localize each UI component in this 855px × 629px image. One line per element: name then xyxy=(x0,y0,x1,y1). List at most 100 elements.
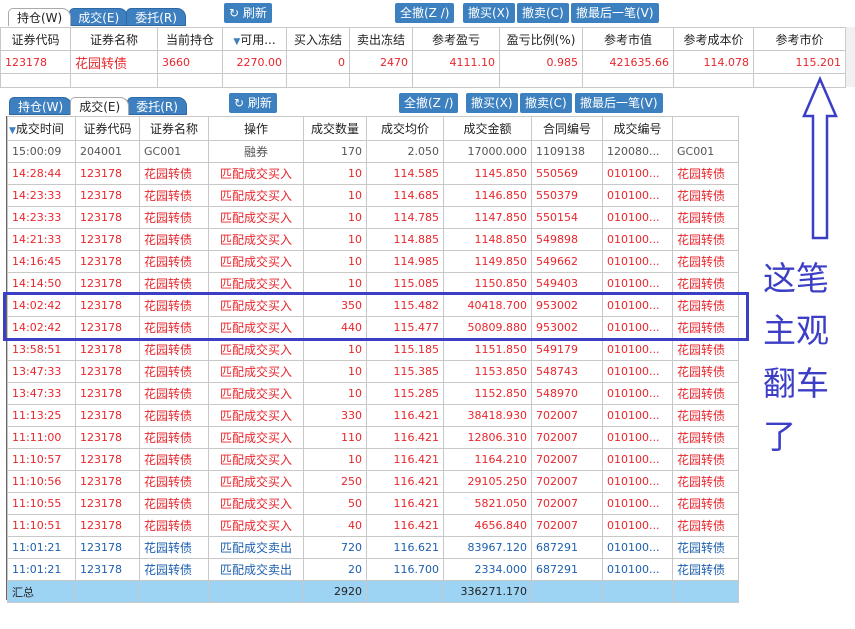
column-header-label: 可用... xyxy=(240,32,276,47)
column-header[interactable]: 盈亏比例(%) xyxy=(499,27,583,51)
table-row[interactable]: 123178 花园转债 3660 2270.00 0 2470 4111.10 0.985 42… xyxy=(0,50,846,74)
cancel-last-button[interactable]: 撤最后一笔(V) xyxy=(571,3,659,23)
column-header[interactable]: 当前持仓 xyxy=(157,27,223,51)
column-header[interactable]: 参考成本价 xyxy=(673,27,754,51)
table-cell: 110 xyxy=(303,426,367,449)
tab-trades[interactable]: 成交(E) xyxy=(69,8,129,26)
vertical-scrollbar[interactable] xyxy=(845,27,855,87)
refresh-label: 刷新 xyxy=(242,6,267,20)
column-header[interactable]: 成交编号 xyxy=(602,116,673,141)
table-row[interactable]: 14:28:44 123178 花园转债 匹配成交买入 10 114.585 1145.85… xyxy=(7,162,739,185)
column-header[interactable]: 成交数量 xyxy=(303,116,367,141)
table-row[interactable]: 13:47:33 123178 花园转债 匹配成交买入 10 115.385 1153.85… xyxy=(7,360,739,383)
column-header[interactable]: 证券代码 xyxy=(0,27,71,51)
positions-table: 证券代码 证券名称 当前持仓 ▼可用... 买入冻结 卖出冻结 参考盈亏 盈亏比例(%) 参考市… xyxy=(0,27,846,88)
column-header[interactable] xyxy=(672,116,739,141)
column-header[interactable]: 合同编号 xyxy=(531,116,603,141)
refresh-button[interactable]: ↻ 刷新 xyxy=(224,3,272,23)
table-cell: 花园转债 xyxy=(672,470,739,493)
table-cell: 11:01:21 xyxy=(7,558,76,581)
tab-positions[interactable]: 持仓(W) xyxy=(8,8,72,26)
table-cell: 38418.930 xyxy=(443,404,532,427)
table-row[interactable]: 11:10:56 123178 花园转债 匹配成交买入 250 116.421 29105.… xyxy=(7,470,739,493)
cancel-buy-button[interactable]: 撤买(X) xyxy=(463,3,515,23)
table-row[interactable]: 11:13:25 123178 花园转债 匹配成交买入 330 116.421 38418.… xyxy=(7,404,739,427)
table-row[interactable]: 11:10:57 123178 花园转债 匹配成交买入 10 116.421 1164.21… xyxy=(7,448,739,471)
table-row[interactable]: 14:16:45 123178 花园转债 匹配成交买入 10 114.985 1149.85… xyxy=(7,250,739,273)
table-row[interactable]: 14:23:33 123178 花园转债 匹配成交买入 10 114.785 1147.85… xyxy=(7,206,739,229)
table-cell: 花园转债 xyxy=(139,448,209,471)
table-row[interactable]: 13:47:33 123178 花园转债 匹配成交买入 10 115.285 1152.85… xyxy=(7,382,739,405)
annotation-line: 主观 xyxy=(763,311,829,350)
tab-orders[interactable]: 委托(R) xyxy=(126,8,186,26)
table-row[interactable]: 14:21:33 123178 花园转债 匹配成交买入 10 114.885 1148.85… xyxy=(7,228,739,251)
cancel-last-button[interactable]: 撤最后一笔(V) xyxy=(575,93,663,113)
column-header[interactable]: 买入冻结 xyxy=(286,27,350,51)
column-header[interactable]: 操作 xyxy=(208,116,304,141)
table-cell: 花园转债 xyxy=(70,50,158,74)
table-cell: 匹配成交买入 xyxy=(208,162,304,185)
cancel-sell-button[interactable]: 撤卖(C) xyxy=(517,3,569,23)
cancel-buy-button[interactable]: 撤买(X) xyxy=(466,93,518,113)
empty-row xyxy=(0,73,846,88)
table-cell: GC001 xyxy=(139,140,209,163)
summary-cell xyxy=(366,580,444,603)
column-header[interactable]: ▼成交时间 xyxy=(7,116,76,141)
table-row[interactable]: 11:01:21 123178 花园转债 匹配成交卖出 20 116.700 2334.00… xyxy=(7,558,739,581)
table-row[interactable]: 11:10:51 123178 花园转债 匹配成交买入 40 116.421 4656.84… xyxy=(7,514,739,537)
table-cell: 匹配成交买入 xyxy=(208,492,304,515)
table-row[interactable]: 13:58:51 123178 花园转债 匹配成交买入 10 115.185 1151.85… xyxy=(7,338,739,361)
table-cell: 123178 xyxy=(75,206,140,229)
table-cell: 20 xyxy=(303,558,367,581)
tab-trades[interactable]: 成交(E) xyxy=(70,97,130,115)
column-header[interactable]: 参考市值 xyxy=(582,27,674,51)
table-row[interactable]: 11:10:55 123178 花园转债 匹配成交买入 50 116.421 5821.05… xyxy=(7,492,739,515)
table-cell: 4656.840 xyxy=(443,514,532,537)
table-cell: 114.985 xyxy=(366,250,444,273)
cancel-sell-button[interactable]: 撤卖(C) xyxy=(520,93,572,113)
column-header[interactable]: 证券名称 xyxy=(139,116,209,141)
tab-orders[interactable]: 委托(R) xyxy=(127,97,187,115)
table-cell: 123178 xyxy=(75,492,140,515)
table-cell: 549662 xyxy=(531,250,603,273)
table-row[interactable]: 11:11:00 123178 花园转债 匹配成交买入 110 116.421 12806.… xyxy=(7,426,739,449)
table-cell: 匹配成交买入 xyxy=(208,382,304,405)
annotation-line: 翻车 xyxy=(763,364,829,403)
column-header[interactable]: 参考市价 xyxy=(753,27,846,51)
table-cell: 116.700 xyxy=(366,558,444,581)
table-cell: 花园转债 xyxy=(672,206,739,229)
table-cell xyxy=(70,73,158,88)
column-header-label: 证券名称 xyxy=(149,122,198,136)
column-header[interactable]: 成交均价 xyxy=(366,116,444,141)
table-cell: 123178 xyxy=(75,536,140,559)
refresh-button[interactable]: ↻ 刷新 xyxy=(229,93,277,113)
table-cell: 花园转债 xyxy=(672,492,739,515)
table-cell: 13:47:33 xyxy=(7,382,76,405)
table-row[interactable]: 15:00:09 204001 GC001 融券 170 2.050 17000.000 11… xyxy=(7,140,739,163)
cancel-all-button[interactable]: 全撤(Z /) xyxy=(395,3,455,23)
table-cell: 17000.000 xyxy=(443,140,532,163)
refresh-label: 刷新 xyxy=(247,96,272,110)
column-header[interactable]: 参考盈亏 xyxy=(412,27,500,51)
cancel-all-button[interactable]: 全撤(Z /) xyxy=(399,93,459,113)
column-header[interactable]: 证券名称 xyxy=(70,27,158,51)
column-header[interactable]: 证券代码 xyxy=(75,116,140,141)
table-cell: 549179 xyxy=(531,338,603,361)
table-cell: 115.385 xyxy=(366,360,444,383)
tab-positions[interactable]: 持仓(W) xyxy=(9,97,73,115)
column-header[interactable]: 卖出冻结 xyxy=(349,27,413,51)
table-cell: 123178 xyxy=(75,360,140,383)
table-cell: 1148.850 xyxy=(443,228,532,251)
column-header[interactable]: ▼可用... xyxy=(222,27,287,51)
table-cell: 花园转债 xyxy=(139,382,209,405)
table-row[interactable]: 11:01:21 123178 花园转债 匹配成交卖出 720 116.621 83967.… xyxy=(7,536,739,559)
table-cell: 匹配成交买入 xyxy=(208,404,304,427)
table-cell: 010100... xyxy=(602,536,673,559)
table-cell: 702007 xyxy=(531,404,603,427)
column-header[interactable]: 成交金额 xyxy=(443,116,532,141)
table-row[interactable]: 14:23:33 123178 花园转债 匹配成交买入 10 114.685 1146.85… xyxy=(7,184,739,207)
table-cell: 匹配成交买入 xyxy=(208,360,304,383)
table-cell: 花园转债 xyxy=(672,536,739,559)
table-cell: 11:10:57 xyxy=(7,448,76,471)
table-cell: 14:23:33 xyxy=(7,184,76,207)
